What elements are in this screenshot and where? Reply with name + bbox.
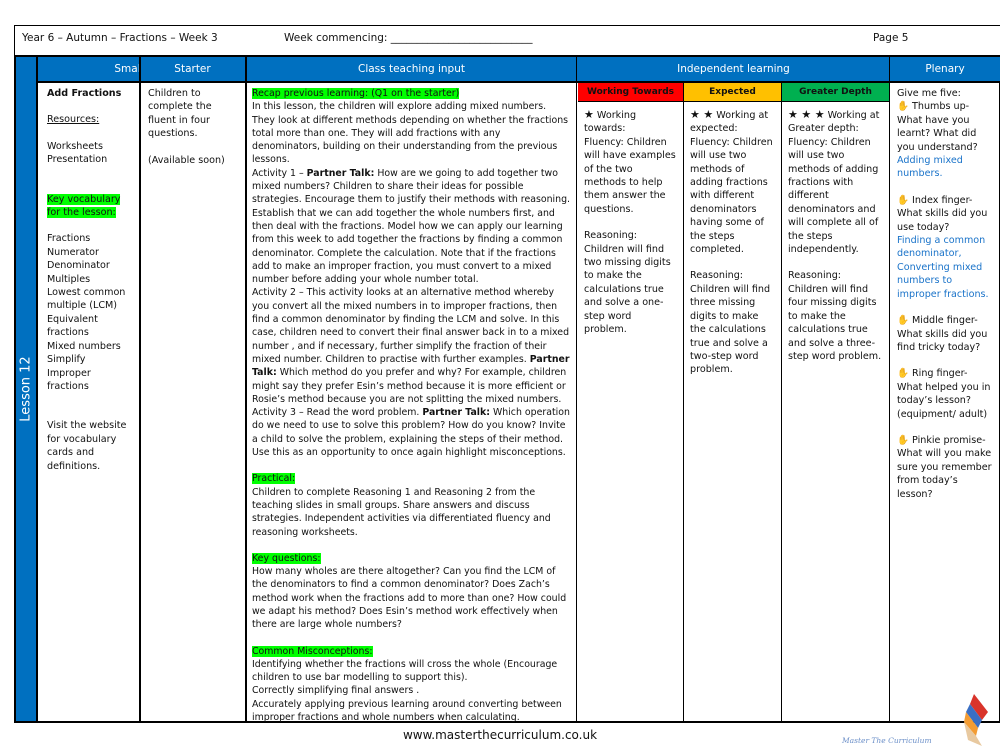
plan-title: Year 6 – Autumn – Fractions – Week 3 bbox=[22, 32, 218, 44]
expected-reasoning: Reasoning: Children will find three miss… bbox=[690, 270, 771, 376]
vocab-item: Fractions bbox=[47, 233, 91, 245]
small-step-title: Add Fractions bbox=[47, 88, 122, 99]
class-teaching-cell: Recap previous learning: (Q1 on the star… bbox=[247, 83, 576, 723]
plenary-intro: Give me five: bbox=[897, 88, 961, 99]
plenary-item: ✋ Pinkie promise- What will you make sur… bbox=[897, 434, 992, 500]
star-icon: ★ ★ ★ bbox=[788, 108, 825, 121]
misconception-item: Correctly simplifying final answers . bbox=[252, 685, 420, 697]
lesson-intro: In this lesson, the children will explor… bbox=[252, 101, 569, 166]
lesson-table: Lesson 12 Small step Starter Class teach… bbox=[14, 55, 1000, 723]
vocab-item: Improper fractions bbox=[47, 367, 91, 392]
greater-fluency: Fluency: Children will use two methods o… bbox=[788, 136, 879, 256]
col-header-class-teaching: Class teaching input bbox=[246, 57, 577, 83]
star-icon: ★ bbox=[584, 108, 594, 121]
vocab-item: Equivalent fractions bbox=[47, 313, 98, 339]
misconception-item: Identifying whether the fractions will c… bbox=[252, 658, 558, 684]
starter-text: Children to complete the fluent in four … bbox=[148, 88, 212, 140]
plenary-item: ✋ Ring finger- What helped you in today’… bbox=[897, 368, 991, 420]
practical-label: Practical: bbox=[252, 473, 296, 485]
lesson-label: Lesson 12 bbox=[18, 356, 34, 422]
hand-icon: ✋ bbox=[897, 315, 909, 327]
plenary-item: ✋ Thumbs up- What have you learnt? What … bbox=[897, 101, 978, 153]
hand-icon: ✋ bbox=[897, 434, 909, 446]
recap-label: Recap previous learning: (Q1 on the star… bbox=[252, 88, 460, 99]
plenary-answer: Finding a common denominator, Converting… bbox=[897, 235, 989, 300]
towards-reasoning: Reasoning: Children will find two missin… bbox=[584, 230, 671, 336]
logo-text: Master The Curriculum bbox=[842, 736, 932, 745]
vocab-label: Key vocabulary for the lesson: bbox=[47, 193, 121, 219]
vocab-item: Multiples bbox=[47, 273, 91, 285]
resources-label: Resources: bbox=[47, 114, 100, 126]
key-questions-text: How many wholes are there altogether? Ca… bbox=[252, 566, 567, 631]
practical-text: Children to complete Reasoning 1 and Rea… bbox=[252, 486, 551, 538]
hand-icon: ✋ bbox=[897, 368, 909, 380]
tier-header-expected: Expected bbox=[684, 83, 781, 102]
vocab-item: Mixed numbers bbox=[47, 340, 121, 352]
expected-fluency: Fluency: Children will use two methods o… bbox=[690, 136, 773, 256]
key-questions-label: Key questions: bbox=[252, 552, 321, 564]
misconceptions-label: Common Misconceptions: bbox=[252, 645, 373, 657]
hand-icon: ✋ bbox=[897, 101, 909, 113]
working-towards-cell: ★ Working towards: Fluency: Children wil… bbox=[584, 108, 676, 336]
plenary-item: ✋ Middle finger- What skills did you fin… bbox=[897, 315, 988, 353]
vocab-item: Denominator bbox=[47, 260, 110, 272]
activity-3: Activity 3 – Read the word problem. Part… bbox=[252, 407, 570, 459]
vocab-item: Numerator bbox=[47, 246, 99, 258]
towards-fluency: Fluency: Children will have examples of … bbox=[584, 136, 676, 215]
week-commencing: Week commencing: _______________________… bbox=[284, 32, 533, 44]
tier-header-greater-depth: Greater Depth bbox=[782, 83, 889, 102]
plenary-cell: Give me five: ✋ Thumbs up- What have you… bbox=[891, 83, 1000, 721]
starter-availability: (Available soon) bbox=[148, 154, 225, 166]
col-header-plenary: Plenary bbox=[890, 57, 1000, 83]
vocab-item: Simplify bbox=[47, 354, 86, 366]
small-step-cell: Add Fractions Resources: Worksheets Pres… bbox=[38, 83, 139, 721]
tier-header-working-towards: Working Towards bbox=[578, 83, 683, 102]
activity-1: Activity 1 – Partner Talk: How are we go… bbox=[252, 167, 570, 286]
website-note: Visit the website for vocabulary cards a… bbox=[47, 420, 127, 472]
plenary-item: ✋ Index finger- What skills did you use … bbox=[897, 194, 988, 233]
greater-reasoning: Reasoning: Children will find four missi… bbox=[788, 270, 882, 362]
resource-item: Worksheets bbox=[47, 140, 103, 152]
resource-item: Presentation bbox=[47, 154, 108, 166]
lesson-plan-page: Year 6 – Autumn – Fractions – Week 3 Wee… bbox=[0, 0, 1000, 750]
greater-depth-cell: ★ ★ ★ Working at Greater depth: Fluency:… bbox=[788, 108, 882, 362]
col-header-starter: Starter bbox=[139, 57, 246, 83]
hand-icon: ✋ bbox=[897, 194, 909, 206]
page-number: Page 5 bbox=[873, 32, 909, 44]
plenary-answer: Adding mixed numbers. bbox=[897, 155, 963, 180]
pencil-logo-icon bbox=[964, 694, 988, 746]
header-bar: Year 6 – Autumn – Fractions – Week 3 Wee… bbox=[14, 25, 1000, 55]
misconception-item: Accurately applying previous learning ar… bbox=[252, 698, 562, 724]
star-icon: ★ ★ bbox=[690, 108, 714, 121]
expected-cell: ★ ★ Working at expected: Fluency: Childr… bbox=[684, 102, 781, 721]
col-header-independent: Independent learning bbox=[577, 57, 890, 83]
lesson-side-band: Lesson 12 bbox=[16, 57, 38, 721]
vocab-item: Lowest common multiple (LCM) bbox=[47, 287, 126, 312]
activity-2: Activity 2 – This activity looks at an a… bbox=[252, 287, 570, 405]
starter-cell: Children to complete the fluent in four … bbox=[141, 83, 245, 721]
